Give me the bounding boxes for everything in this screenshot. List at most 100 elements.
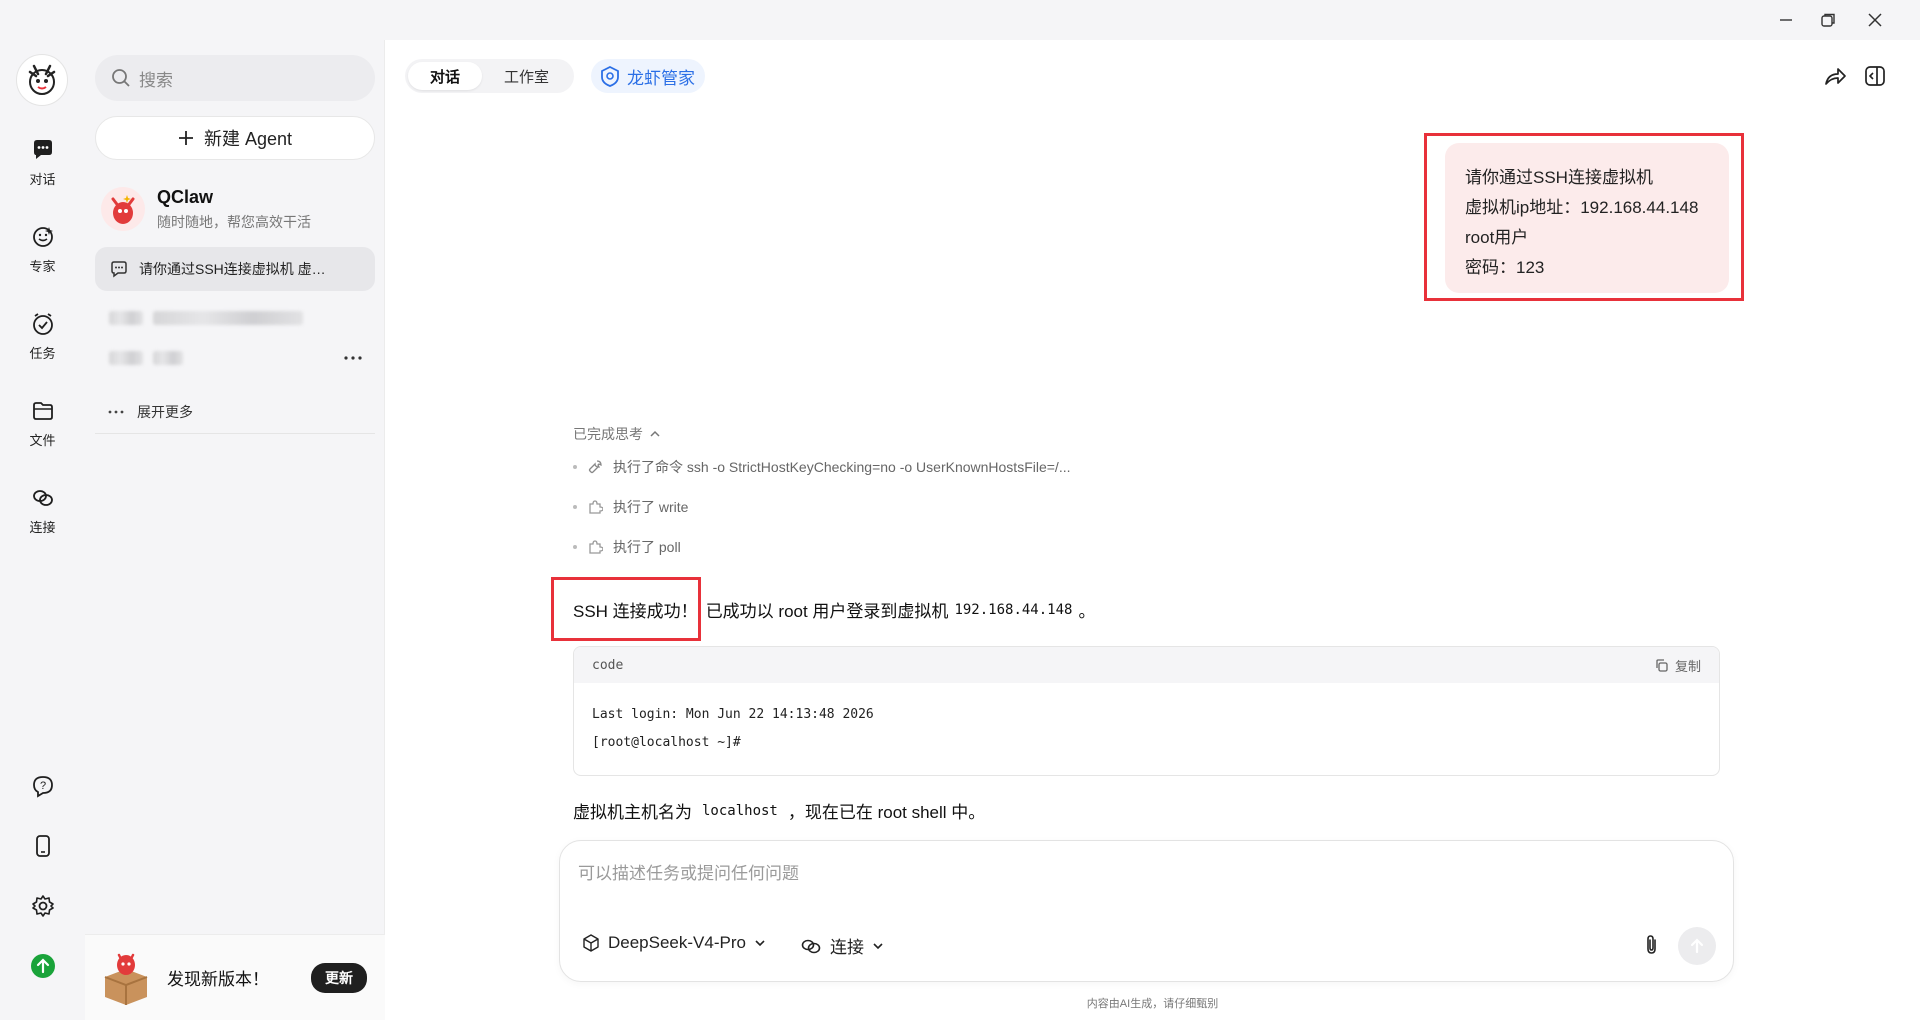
close-icon bbox=[1868, 13, 1882, 27]
app-logo[interactable] bbox=[16, 54, 68, 106]
rail-label: 文件 bbox=[29, 433, 56, 448]
expert-face-icon bbox=[28, 222, 58, 252]
search-placeholder: 搜索 bbox=[139, 70, 173, 90]
attach-button[interactable] bbox=[1640, 933, 1664, 957]
nav-rail: 对话 专家 任务 文件 连接 ? bbox=[0, 40, 85, 1020]
thinking-step-text: 执行了 write bbox=[613, 499, 689, 515]
update-text: 发现新版本！ bbox=[167, 970, 269, 989]
rail-label: 连接 bbox=[29, 520, 56, 535]
side-panel-icon bbox=[1865, 66, 1885, 86]
redacted-text bbox=[109, 311, 143, 325]
user-message-line: 密码：123 bbox=[1465, 258, 1545, 277]
copy-button[interactable]: 复制 bbox=[1654, 656, 1701, 675]
chevron-up-icon bbox=[650, 430, 660, 437]
send-button[interactable] bbox=[1678, 927, 1716, 965]
conversation-item-redacted[interactable] bbox=[95, 296, 375, 340]
assistant-summary: 虚拟机主机名为 localhost ，现在已在 root shell 中。 bbox=[573, 798, 985, 823]
mobile-button[interactable] bbox=[27, 830, 59, 862]
summary-suffix: ，现在已在 root shell 中。 bbox=[787, 803, 986, 822]
wrench-icon bbox=[588, 460, 602, 474]
code-line: Last login: Mon Jun 22 14:13:48 2026 bbox=[592, 707, 874, 722]
rail-item-expert[interactable]: 专家 bbox=[0, 222, 85, 275]
connect-selector[interactable]: 连接 bbox=[800, 933, 884, 958]
code-content: Last login: Mon Jun 22 14:13:48 2026 [ro… bbox=[574, 683, 1719, 775]
thinking-toggle[interactable]: 已完成思考 bbox=[573, 424, 661, 444]
redacted-text bbox=[153, 311, 303, 325]
upgrade-arrow-icon bbox=[31, 954, 55, 978]
code-line: [root@localhost ~]# bbox=[592, 735, 741, 750]
bullet-dot bbox=[573, 465, 577, 469]
message-input[interactable] bbox=[578, 859, 1678, 889]
agent-card-qclaw[interactable]: QClaw 随时随地，帮您高效干活 bbox=[101, 180, 369, 238]
rail-label: 对话 bbox=[29, 172, 56, 187]
new-agent-button[interactable]: 新建 Agent bbox=[95, 116, 375, 160]
restore-button[interactable] bbox=[1805, 6, 1851, 34]
phone-icon bbox=[36, 835, 50, 857]
rail-label: 专家 bbox=[29, 259, 56, 274]
agent-subtitle: 随时随地，帮您高效干活 bbox=[157, 213, 311, 230]
rail-item-files[interactable]: 文件 bbox=[0, 396, 85, 449]
code-block: code 复制 Last login: Mon Jun 22 14:13:48 … bbox=[573, 646, 1720, 776]
conversation-title: 请你通过SSH连接虚拟机 虚… bbox=[139, 261, 326, 277]
reply-end: 。 bbox=[1078, 602, 1096, 621]
paperclip-icon bbox=[1647, 935, 1656, 954]
restore-icon bbox=[1821, 13, 1835, 27]
link-icon bbox=[28, 483, 58, 513]
conversation-item-redacted[interactable] bbox=[95, 336, 375, 380]
expand-more-label: 展开更多 bbox=[137, 403, 193, 420]
expand-more-button[interactable]: 展开更多 bbox=[95, 390, 375, 434]
user-message-bubble: 请你通过SSH连接虚拟机 虚拟机ip地址：192.168.44.148 root… bbox=[1445, 143, 1729, 293]
share-button[interactable] bbox=[1821, 62, 1849, 90]
user-message-line: 虚拟机ip地址：192.168.44.148 bbox=[1465, 198, 1699, 217]
chat-bubble-icon bbox=[28, 135, 58, 165]
svg-text:?: ? bbox=[40, 780, 46, 792]
rail-label: 任务 bbox=[29, 346, 56, 361]
tab-chat[interactable]: 对话 bbox=[408, 62, 483, 90]
ai-disclaimer: 内容由AI生成，请仔细甄别 bbox=[1086, 998, 1219, 1010]
puzzle-icon bbox=[589, 540, 603, 554]
help-button[interactable]: ? bbox=[27, 770, 59, 802]
settings-button[interactable] bbox=[27, 890, 59, 922]
chevron-down-icon bbox=[755, 940, 765, 947]
user-message-line: root用户 bbox=[1465, 228, 1529, 247]
code-language: code bbox=[592, 657, 624, 673]
summary-hostname: localhost bbox=[702, 802, 778, 819]
shield-agent-icon bbox=[601, 65, 619, 87]
thinking-step: 执行了 write bbox=[573, 497, 688, 517]
chevron-down-icon bbox=[873, 942, 883, 949]
send-arrow-icon bbox=[1690, 938, 1704, 954]
sidebar: 搜索 新建 Agent QClaw 随时随地，帮您高效干活 请你通过SSH连接虚… bbox=[85, 40, 385, 1020]
rail-item-connect[interactable]: 连接 bbox=[0, 483, 85, 536]
bullet-dot bbox=[573, 545, 577, 549]
minimize-icon bbox=[1780, 19, 1792, 21]
toggle-panel-button[interactable] bbox=[1861, 62, 1889, 90]
cube-icon bbox=[583, 934, 599, 952]
plus-icon bbox=[178, 131, 193, 145]
search-box[interactable]: 搜索 bbox=[95, 55, 375, 101]
reply-highlight: SSH 连接成功！ bbox=[573, 602, 698, 621]
minimize-button[interactable] bbox=[1763, 6, 1809, 34]
share-icon bbox=[1825, 68, 1846, 85]
reply-ip: 192.168.44.148 bbox=[954, 601, 1073, 618]
tab-studio[interactable]: 工作室 bbox=[482, 62, 571, 90]
composer: DeepSeek-V4-Pro 连接 bbox=[559, 840, 1734, 982]
agent-name: QClaw bbox=[157, 186, 214, 207]
assistant-chip[interactable]: 龙虾管家 bbox=[591, 59, 705, 93]
redacted-text bbox=[153, 351, 183, 365]
new-agent-label: 新建 Agent bbox=[203, 129, 293, 149]
more-options-icon[interactable] bbox=[343, 355, 363, 361]
rail-item-chat[interactable]: 对话 bbox=[0, 135, 85, 188]
conversation-item-active[interactable]: 请你通过SSH连接虚拟机 虚… bbox=[95, 247, 375, 291]
update-button[interactable]: 更新 bbox=[311, 962, 367, 993]
update-banner: 发现新版本！ 更新 bbox=[85, 934, 385, 1020]
lobster-mascot-icon bbox=[111, 195, 135, 224]
rail-item-tasks[interactable]: 任务 bbox=[0, 309, 85, 362]
title-bar bbox=[0, 0, 1920, 40]
mode-tabs: 对话 工作室 bbox=[405, 59, 575, 93]
model-selector[interactable]: DeepSeek-V4-Pro bbox=[582, 933, 766, 953]
upgrade-button[interactable] bbox=[27, 950, 59, 982]
gift-box-icon bbox=[104, 953, 148, 1005]
close-button[interactable] bbox=[1852, 6, 1898, 34]
link-icon bbox=[801, 939, 821, 953]
assistant-chip-label: 龙虾管家 bbox=[627, 68, 695, 88]
